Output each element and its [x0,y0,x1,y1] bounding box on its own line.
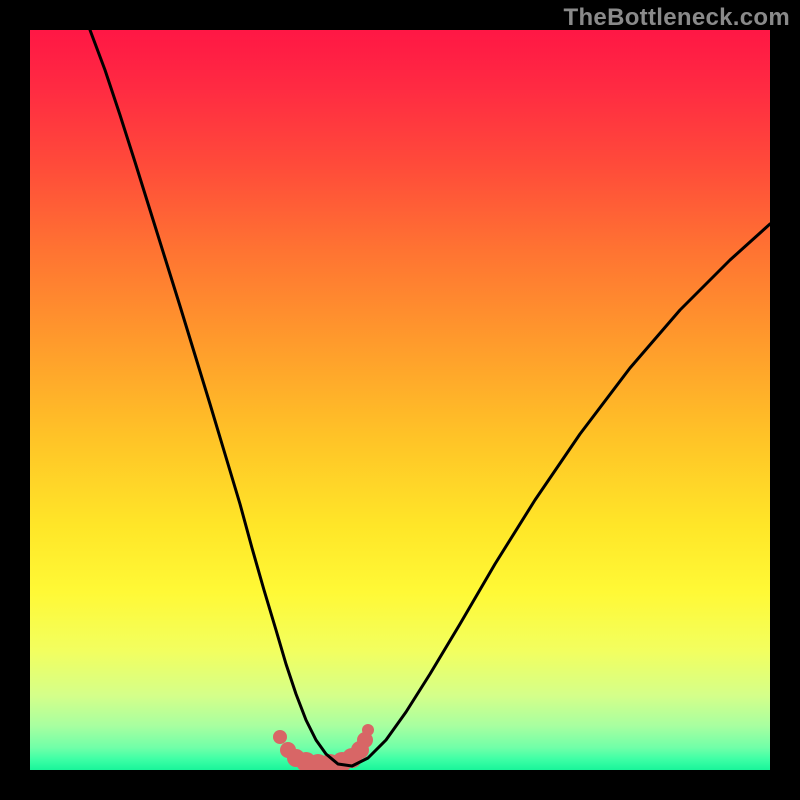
watermark-text: TheBottleneck.com [564,4,790,32]
marker-dot [362,724,374,736]
gradient-background [30,30,770,770]
chart-frame: { "watermark": "TheBottleneck.com", "gra… [0,0,800,800]
marker-dot [273,730,287,744]
chart-svg [30,30,770,770]
plot-area [30,30,770,770]
